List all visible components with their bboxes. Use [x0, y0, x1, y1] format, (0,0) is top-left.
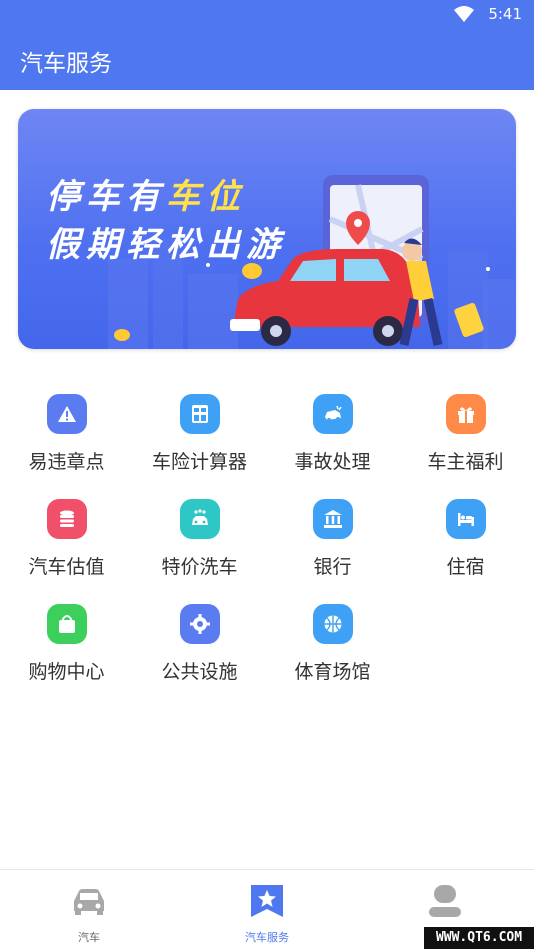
service-label: 银行 [313, 556, 352, 578]
basketball-icon [313, 604, 353, 644]
wifi-icon [454, 6, 474, 26]
calculator-icon [180, 394, 220, 434]
service-label: 事故处理 [294, 451, 371, 473]
coins-icon [47, 499, 87, 539]
service-owner-benefits[interactable]: 车主福利 [399, 380, 532, 480]
gear-icon [180, 604, 220, 644]
banner-headline-1: 停车有车位 [46, 177, 246, 217]
service-label: 车主福利 [427, 451, 504, 473]
status-time: 5:41 [488, 5, 522, 23]
service-bank[interactable]: 银行 [266, 485, 399, 585]
profile-icon [427, 883, 463, 919]
page-title: 汽车服务 [20, 51, 112, 77]
gift-icon [446, 394, 486, 434]
service-car-wash[interactable]: 特价洗车 [133, 485, 266, 585]
banner-headline-2: 假期轻松出游 [46, 225, 286, 265]
service-car-valuation[interactable]: 汽车估值 [0, 485, 133, 585]
service-insurance-calculator[interactable]: 车险计算器 [133, 380, 266, 480]
service-accident-handling[interactable]: 事故处理 [266, 380, 399, 480]
service-traffic-violation[interactable]: 易违章点 [0, 380, 133, 480]
service-shopping-center[interactable]: 购物中心 [0, 590, 133, 690]
service-label: 汽车估值 [28, 556, 105, 578]
warning-icon [47, 394, 87, 434]
tab-car[interactable]: 汽车 [0, 870, 178, 949]
banner-headline-highlight: 车位 [166, 177, 246, 217]
promo-banner[interactable]: 停车有车位 假期轻松出游 [18, 109, 516, 349]
tab-label: 汽车 [78, 931, 100, 944]
service-label: 易违章点 [28, 451, 105, 473]
service-sports-venue[interactable]: 体育场馆 [266, 590, 399, 690]
car-icon [71, 883, 107, 919]
car-crash-icon [313, 394, 353, 434]
car-wash-icon [180, 499, 220, 539]
status-bar: 5:41 [0, 0, 534, 28]
shopping-bag-icon [47, 604, 87, 644]
star-badge-icon [249, 883, 285, 919]
service-label: 购物中心 [28, 661, 105, 683]
app-bar: 汽车服务 [0, 28, 534, 90]
service-label: 体育场馆 [294, 661, 371, 683]
bank-icon [313, 499, 353, 539]
tab-car-service[interactable]: 汽车服务 [178, 870, 356, 949]
service-label: 住宿 [446, 556, 485, 578]
service-lodging[interactable]: 住宿 [399, 485, 532, 585]
site-watermark: WWW.QT6.COM [424, 927, 534, 949]
service-label: 车险计算器 [151, 451, 247, 473]
tab-label: 汽车服务 [245, 931, 289, 944]
service-label: 特价洗车 [161, 556, 238, 578]
service-label: 公共设施 [161, 661, 238, 683]
bed-icon [446, 499, 486, 539]
service-public-facilities[interactable]: 公共设施 [133, 590, 266, 690]
